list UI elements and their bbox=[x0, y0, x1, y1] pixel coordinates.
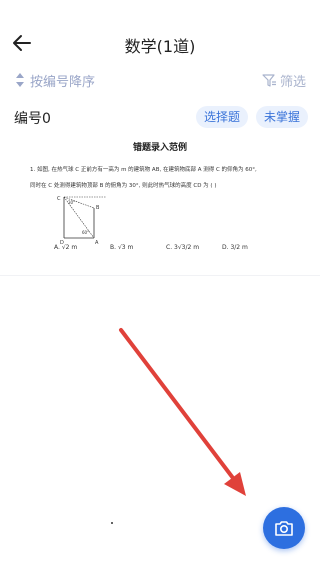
stray-dot bbox=[111, 522, 113, 524]
annotation-arrow bbox=[119, 328, 246, 496]
camera-icon bbox=[275, 521, 293, 536]
camera-button[interactable] bbox=[263, 507, 305, 549]
